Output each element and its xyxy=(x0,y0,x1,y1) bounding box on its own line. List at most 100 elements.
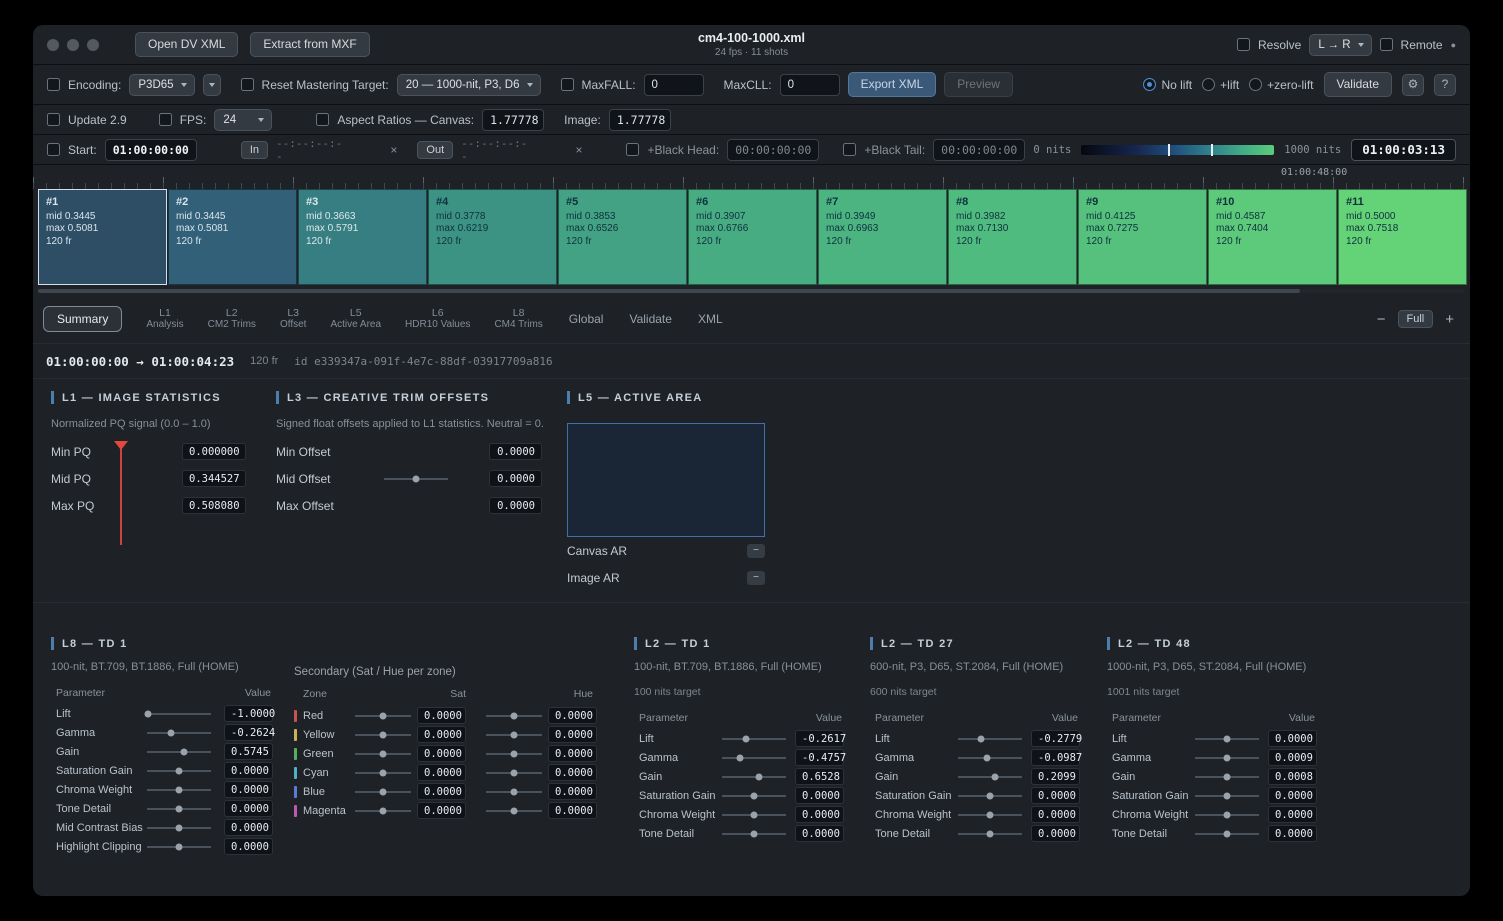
minimize-window-button[interactable] xyxy=(67,39,79,51)
timeline-shot[interactable]: #9 mid 0.4125 max 0.7275 120 fr xyxy=(1078,189,1207,285)
zone-hue-slider[interactable] xyxy=(486,766,542,779)
timeline-shot[interactable]: #6 mid 0.3907 max 0.6766 120 fr xyxy=(688,189,817,285)
slider-handle[interactable] xyxy=(176,786,183,793)
zone-sat-slider[interactable] xyxy=(355,766,411,779)
trim-value[interactable]: 0.0000 xyxy=(795,787,844,804)
slider-handle[interactable] xyxy=(145,710,152,717)
slider-handle[interactable] xyxy=(176,767,183,774)
preview-button[interactable]: Preview xyxy=(944,72,1013,97)
slider-handle[interactable] xyxy=(181,748,188,755)
lift-mode-radio[interactable]: +zero-lift xyxy=(1249,78,1313,92)
reset-mastering-checkbox[interactable] xyxy=(241,78,254,91)
slider-handle[interactable] xyxy=(1224,792,1231,799)
trim-value[interactable]: 0.0000 xyxy=(224,762,273,779)
trim-value[interactable]: 0.0000 xyxy=(795,825,844,842)
black-tail-input[interactable]: 00:00:00:00 xyxy=(933,139,1025,161)
zone-sat-value[interactable]: 0.0000 xyxy=(417,764,466,781)
zone-hue-value[interactable]: 0.0000 xyxy=(548,802,597,819)
trim-value[interactable]: -0.4757 xyxy=(795,749,844,766)
open-dv-xml-button[interactable]: Open DV XML xyxy=(135,32,238,57)
zone-hue-value[interactable]: 0.0000 xyxy=(548,726,597,743)
slider-handle[interactable] xyxy=(511,712,518,719)
timeline-shot[interactable]: #8 mid 0.3982 max 0.7130 120 fr xyxy=(948,189,1077,285)
timeline-shot[interactable]: #3 mid 0.3663 max 0.5791 120 fr xyxy=(298,189,427,285)
trim-value[interactable]: -1.0000 xyxy=(224,705,273,722)
trim-slider[interactable] xyxy=(722,770,786,783)
update29-checkbox[interactable] xyxy=(47,113,60,126)
tab-item[interactable]: XML xyxy=(698,312,723,326)
trim-value[interactable]: 0.0000 xyxy=(795,806,844,823)
encoding-secondary-select[interactable] xyxy=(203,74,221,96)
tab-item[interactable]: Global xyxy=(569,312,604,326)
trim-slider[interactable] xyxy=(147,726,211,739)
trim-slider[interactable] xyxy=(958,751,1022,764)
mastering-target-select[interactable]: 20 — 1000-nit, P3, D6 xyxy=(397,74,541,96)
trim-value[interactable]: -0.2617 xyxy=(795,730,844,747)
timeline-shot[interactable]: #4 mid 0.3778 max 0.6219 120 fr xyxy=(428,189,557,285)
tab-level[interactable]: L8 CM4 Trims xyxy=(494,307,542,331)
trim-slider[interactable] xyxy=(1195,808,1259,821)
fps-checkbox[interactable] xyxy=(159,113,172,126)
slider-handle[interactable] xyxy=(511,769,518,776)
zone-sat-slider[interactable] xyxy=(355,785,411,798)
image-ar-button[interactable]: − xyxy=(747,571,765,585)
slider-handle[interactable] xyxy=(380,731,387,738)
slider-handle[interactable] xyxy=(511,731,518,738)
trim-slider[interactable] xyxy=(1195,827,1259,840)
resolve-checkbox[interactable] xyxy=(1237,38,1250,51)
slider-handle[interactable] xyxy=(983,754,990,761)
zone-hue-value[interactable]: 0.0000 xyxy=(548,764,597,781)
slider-handle[interactable] xyxy=(511,750,518,757)
offset-value[interactable]: 0.0000 xyxy=(489,443,542,460)
slider-handle[interactable] xyxy=(511,807,518,814)
tab-summary[interactable]: Summary xyxy=(43,306,122,332)
trim-value[interactable]: 0.6528 xyxy=(795,768,844,785)
direction-select[interactable]: L → R xyxy=(1309,34,1371,56)
out-point-button[interactable]: Out xyxy=(417,141,453,159)
black-head-checkbox[interactable] xyxy=(626,143,639,156)
zone-sat-slider[interactable] xyxy=(355,747,411,760)
slider-handle[interactable] xyxy=(380,712,387,719)
slider-handle[interactable] xyxy=(987,830,994,837)
offset-slider[interactable] xyxy=(384,472,448,485)
in-point-button[interactable]: In xyxy=(241,141,268,159)
tab-level[interactable]: L1 Analysis xyxy=(146,307,183,331)
help-button[interactable]: ? xyxy=(1434,74,1456,96)
trim-value[interactable]: 0.0009 xyxy=(1268,749,1317,766)
encoding-checkbox[interactable] xyxy=(47,78,60,91)
trim-value[interactable]: 0.0000 xyxy=(1268,787,1317,804)
canvas-ar-button[interactable]: − xyxy=(747,544,765,558)
trim-value[interactable]: 0.0000 xyxy=(1268,806,1317,823)
zone-sat-value[interactable]: 0.0000 xyxy=(417,783,466,800)
lift-mode-radio[interactable]: +lift xyxy=(1202,78,1239,92)
zone-sat-slider[interactable] xyxy=(355,728,411,741)
trim-slider[interactable] xyxy=(1195,770,1259,783)
trim-slider[interactable] xyxy=(1195,751,1259,764)
trim-value[interactable]: 0.0000 xyxy=(1268,825,1317,842)
trim-slider[interactable] xyxy=(958,789,1022,802)
maxcll-input[interactable]: 0 xyxy=(780,74,840,96)
zone-sat-value[interactable]: 0.0000 xyxy=(417,802,466,819)
slider-handle[interactable] xyxy=(736,754,743,761)
trim-value[interactable]: 0.0000 xyxy=(224,819,273,836)
trim-value[interactable]: 0.0000 xyxy=(224,838,273,855)
trim-slider[interactable] xyxy=(958,732,1022,745)
timeline-shot[interactable]: #11 mid 0.5000 max 0.7518 120 fr xyxy=(1338,189,1467,285)
trim-slider[interactable] xyxy=(147,745,211,758)
tab-level[interactable]: L3 Offset xyxy=(280,307,307,331)
slider-handle[interactable] xyxy=(380,807,387,814)
trim-slider[interactable] xyxy=(722,789,786,802)
slider-handle[interactable] xyxy=(756,773,763,780)
zone-hue-slider[interactable] xyxy=(486,747,542,760)
fps-select[interactable]: 24 xyxy=(214,109,272,131)
zone-sat-slider[interactable] xyxy=(355,709,411,722)
zone-hue-slider[interactable] xyxy=(486,709,542,722)
slider-handle[interactable] xyxy=(380,788,387,795)
slider-handle[interactable] xyxy=(1224,830,1231,837)
trim-value[interactable]: 0.0000 xyxy=(1031,806,1080,823)
trim-slider[interactable] xyxy=(722,751,786,764)
zone-hue-value[interactable]: 0.0000 xyxy=(548,707,597,724)
slider-handle[interactable] xyxy=(1224,754,1231,761)
trim-value[interactable]: 0.0000 xyxy=(224,800,273,817)
trim-slider[interactable] xyxy=(958,827,1022,840)
